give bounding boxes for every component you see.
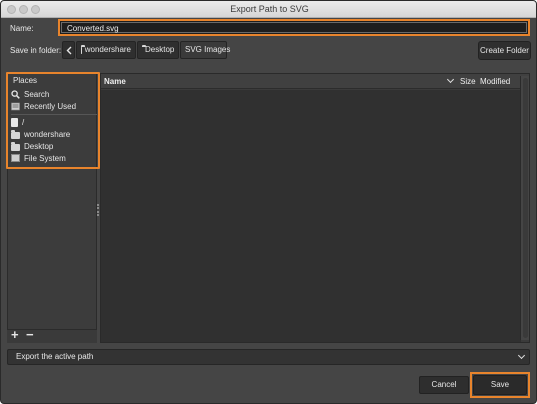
file-list: Name Size Modified: [100, 73, 530, 343]
filename-value: Converted.svg: [61, 22, 527, 33]
crumb-label: SVG Images: [185, 45, 231, 54]
cancel-button[interactable]: Cancel: [419, 376, 469, 394]
vertical-scrollbar[interactable]: [520, 76, 529, 340]
chevron-down-icon: [517, 351, 526, 360]
export-dialog: Export Path to SVG Name: Converted.svg S…: [0, 0, 537, 404]
remove-place-button[interactable]: −: [26, 328, 34, 342]
crumb-label: Desktop: [145, 45, 175, 54]
pane-resize-handle[interactable]: [97, 204, 99, 216]
crumb-desktop[interactable]: Desktop: [137, 41, 179, 59]
places-toolbar: [7, 329, 97, 343]
column-modified[interactable]: Modified: [480, 77, 510, 86]
save-button[interactable]: Save: [473, 375, 527, 395]
column-name[interactable]: Name: [104, 77, 126, 86]
filename-input[interactable]: Converted.svg: [58, 19, 530, 36]
crumb-wondershare[interactable]: wondershare: [76, 41, 136, 59]
crumb-svg-images[interactable]: SVG Images: [180, 41, 231, 59]
name-label: Name:: [10, 24, 34, 33]
folder-icon: [81, 44, 84, 54]
window-title: Export Path to SVG: [230, 4, 309, 14]
chevron-down-icon[interactable]: [446, 75, 455, 84]
export-mode-value: Export the active path: [16, 352, 94, 361]
column-size[interactable]: Size: [460, 77, 476, 86]
title-bar: Export Path to SVG: [1, 1, 536, 18]
chevron-left-icon: [66, 46, 71, 54]
export-mode-select[interactable]: Export the active path: [7, 349, 530, 365]
path-back-button[interactable]: [62, 41, 75, 59]
crumb-label: wondershare: [84, 45, 131, 54]
create-folder-button[interactable]: Create Folder: [478, 41, 531, 60]
save-in-folder-label: Save in folder:: [10, 46, 62, 55]
scroll-track[interactable]: [523, 78, 528, 338]
file-list-body[interactable]: [101, 90, 521, 342]
add-place-button[interactable]: +: [11, 328, 19, 342]
places-highlight-box: [6, 72, 100, 169]
file-list-header: Name Size Modified: [101, 74, 529, 89]
